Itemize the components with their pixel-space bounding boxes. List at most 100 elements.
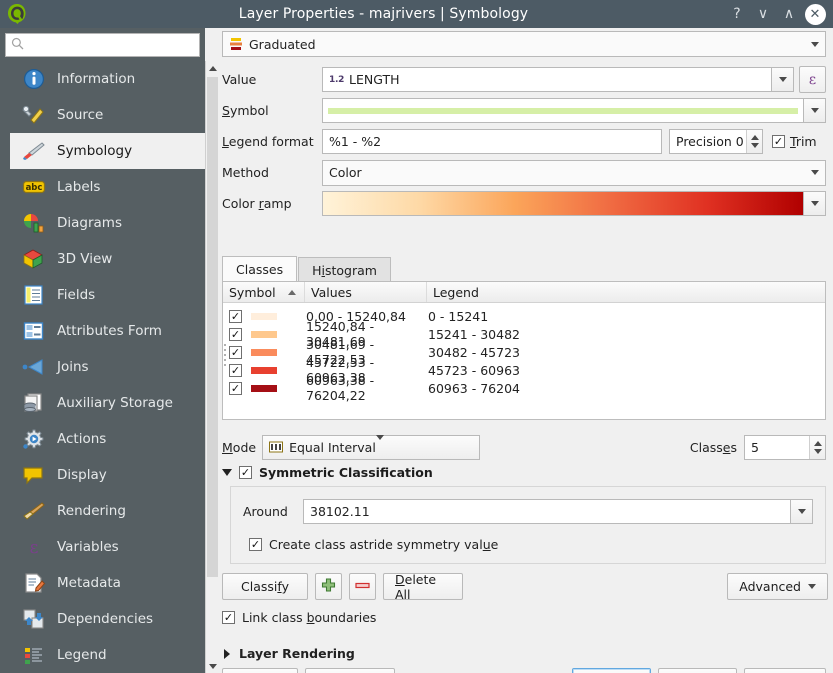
delete-all-button[interactable]: Delete All bbox=[383, 572, 463, 602]
chevron-down-icon[interactable] bbox=[805, 161, 825, 185]
classify-button[interactable]: Classify bbox=[222, 573, 308, 600]
sidebar-item-labels[interactable]: abc Labels bbox=[10, 169, 205, 205]
help-button[interactable]: ? bbox=[725, 2, 749, 26]
column-header-values[interactable]: Values bbox=[305, 282, 427, 302]
sidebar-item-joins[interactable]: Joins bbox=[10, 349, 205, 385]
scrollbar-thumb[interactable] bbox=[207, 77, 218, 577]
sidebar-item-3d-view[interactable]: 3D View bbox=[10, 241, 205, 277]
symmetric-classification-checkbox[interactable]: ✓ bbox=[239, 466, 252, 479]
column-header-legend[interactable]: Legend bbox=[427, 282, 825, 302]
row-checkbox[interactable]: ✓ bbox=[229, 327, 242, 341]
sidebar-item-source[interactable]: Source bbox=[10, 97, 205, 133]
renderer-type-label: Graduated bbox=[249, 36, 316, 52]
link-class-boundaries-row[interactable]: ✓ Link class boundaries bbox=[222, 610, 376, 625]
symbology-form: Value 1.2 LENGTH ε SSymbolymbol bbox=[222, 64, 826, 219]
row-color-swatch[interactable] bbox=[251, 312, 277, 320]
minimize-button[interactable]: ∨ bbox=[751, 2, 775, 26]
sidebar-item-symbology[interactable]: Symbology bbox=[10, 133, 205, 169]
value-expression-button[interactable]: ε bbox=[799, 66, 826, 93]
apply-button[interactable]: ✓ Apply bbox=[658, 668, 737, 673]
layer-rendering-section[interactable]: Layer Rendering bbox=[224, 646, 355, 661]
renderer-type-combo[interactable]: Graduated bbox=[222, 31, 826, 57]
legend-icon bbox=[19, 642, 49, 668]
sidebar-item-label: Diagrams bbox=[57, 215, 122, 231]
row-checkbox[interactable]: ✓ bbox=[229, 309, 242, 323]
classes-count-stepper[interactable] bbox=[809, 435, 825, 459]
close-button-wrap[interactable]: ✕ bbox=[803, 2, 827, 26]
symbol-preview[interactable] bbox=[322, 98, 804, 123]
sidebar-item-dependencies[interactable]: Dependencies bbox=[10, 601, 205, 637]
style-button[interactable]: Style bbox=[305, 668, 395, 673]
sidebar-item-actions[interactable]: Actions bbox=[10, 421, 205, 457]
astride-checkbox[interactable]: ✓ bbox=[249, 538, 262, 551]
row-color-swatch[interactable] bbox=[251, 366, 277, 374]
dependencies-icon bbox=[19, 606, 49, 632]
sidebar-item-metadata[interactable]: Metadata bbox=[10, 565, 205, 601]
svg-text:ε: ε bbox=[30, 538, 39, 558]
search-box[interactable] bbox=[5, 33, 200, 57]
window-controls: ? ∨ ∧ ✕ bbox=[725, 0, 827, 28]
sidebar-item-display[interactable]: Display bbox=[10, 457, 205, 493]
advanced-button[interactable]: Advanced bbox=[727, 573, 828, 600]
maximize-button[interactable]: ∧ bbox=[777, 2, 801, 26]
table-resize-grip[interactable] bbox=[224, 344, 227, 370]
around-value: 38102.11 bbox=[310, 504, 370, 519]
row-checkbox[interactable]: ✓ bbox=[229, 345, 242, 359]
astride-row[interactable]: ✓ Create class astride symmetry value bbox=[231, 524, 825, 552]
help-button[interactable]: Help bbox=[222, 668, 298, 673]
sidebar-item-auxiliary-storage[interactable]: Auxiliary Storage bbox=[10, 385, 205, 421]
value-dropdown-button[interactable] bbox=[772, 67, 794, 92]
around-input[interactable]: 38102.11 bbox=[303, 499, 791, 524]
sidebar-item-variables[interactable]: ε Variables bbox=[10, 529, 205, 565]
sidebar-item-diagrams[interactable]: Diagrams bbox=[10, 205, 205, 241]
legend-format-label: Legend format bbox=[222, 134, 314, 149]
table-row[interactable]: ✓ 60963,38 - 76204,22 60963 - 76204 bbox=[223, 373, 825, 403]
expand-triangle-icon[interactable] bbox=[224, 648, 230, 659]
classes-count-spinbox[interactable]: 5 bbox=[744, 434, 826, 460]
row-checkbox[interactable]: ✓ bbox=[229, 363, 242, 377]
classes-table[interactable]: Symbol Values Legend ✓ 0,00 - 15240,84 0… bbox=[222, 281, 826, 420]
tab-classes[interactable]: Classes bbox=[222, 256, 298, 282]
sidebar-item-label: Symbology bbox=[57, 143, 133, 159]
trim-checkbox[interactable]: ✓ bbox=[772, 135, 785, 148]
row-checkbox[interactable]: ✓ bbox=[229, 381, 242, 395]
sidebar-item-rendering[interactable]: Rendering bbox=[10, 493, 205, 529]
symmetric-classification-header[interactable]: ✓ Symmetric Classification bbox=[222, 465, 433, 480]
color-ramp-dropdown-button[interactable] bbox=[804, 191, 826, 216]
sidebar-item-legend[interactable]: Legend bbox=[10, 637, 205, 669]
method-value: Color bbox=[329, 165, 362, 180]
sort-ascending-icon bbox=[288, 289, 296, 295]
cancel-button[interactable]: ⊘ Cancel bbox=[744, 668, 826, 673]
column-header-symbol[interactable]: Symbol bbox=[223, 282, 305, 302]
color-ramp-preview[interactable] bbox=[322, 191, 804, 216]
symbol-dropdown-button[interactable] bbox=[804, 98, 826, 123]
chevron-down-icon[interactable] bbox=[375, 434, 384, 455]
tab-histogram[interactable]: Histogram bbox=[298, 257, 391, 282]
sidebar-scrollbar[interactable] bbox=[205, 61, 219, 673]
sidebar-item-fields[interactable]: Fields bbox=[10, 277, 205, 313]
search-input[interactable] bbox=[28, 35, 194, 55]
renderer-type-row: Graduated bbox=[222, 31, 826, 57]
method-combo[interactable]: Color bbox=[322, 159, 826, 186]
sidebar-item-attributes-form[interactable]: Attributes Form bbox=[10, 313, 205, 349]
trim-checkbox-wrap[interactable]: ✓ Trim bbox=[772, 134, 817, 149]
legend-format-input[interactable]: %1 - %2 bbox=[322, 129, 662, 154]
value-field[interactable]: 1.2 LENGTH bbox=[322, 67, 772, 92]
advanced-label: Advanced bbox=[739, 579, 801, 594]
precision-stepper[interactable] bbox=[746, 130, 762, 153]
precision-spinbox[interactable]: Precision 0 bbox=[669, 129, 763, 154]
collapse-triangle-icon[interactable] bbox=[222, 469, 232, 476]
symbol-row: SSymbolymbol bbox=[222, 95, 826, 126]
sidebar-item-information[interactable]: Information bbox=[10, 61, 205, 97]
row-color-swatch[interactable] bbox=[251, 330, 277, 338]
row-color-swatch[interactable] bbox=[251, 348, 277, 356]
add-class-button[interactable] bbox=[315, 573, 342, 600]
row-color-swatch[interactable] bbox=[251, 384, 277, 392]
ok-button[interactable]: ✓ OK bbox=[572, 668, 651, 673]
around-dropdown-button[interactable] bbox=[791, 499, 813, 524]
remove-class-button[interactable] bbox=[349, 573, 376, 600]
sidebar-item-label: Labels bbox=[57, 179, 101, 195]
mode-combo[interactable]: Equal Interval bbox=[262, 434, 481, 460]
link-class-boundaries-checkbox[interactable]: ✓ bbox=[222, 611, 235, 624]
chevron-down-icon[interactable] bbox=[805, 32, 825, 56]
